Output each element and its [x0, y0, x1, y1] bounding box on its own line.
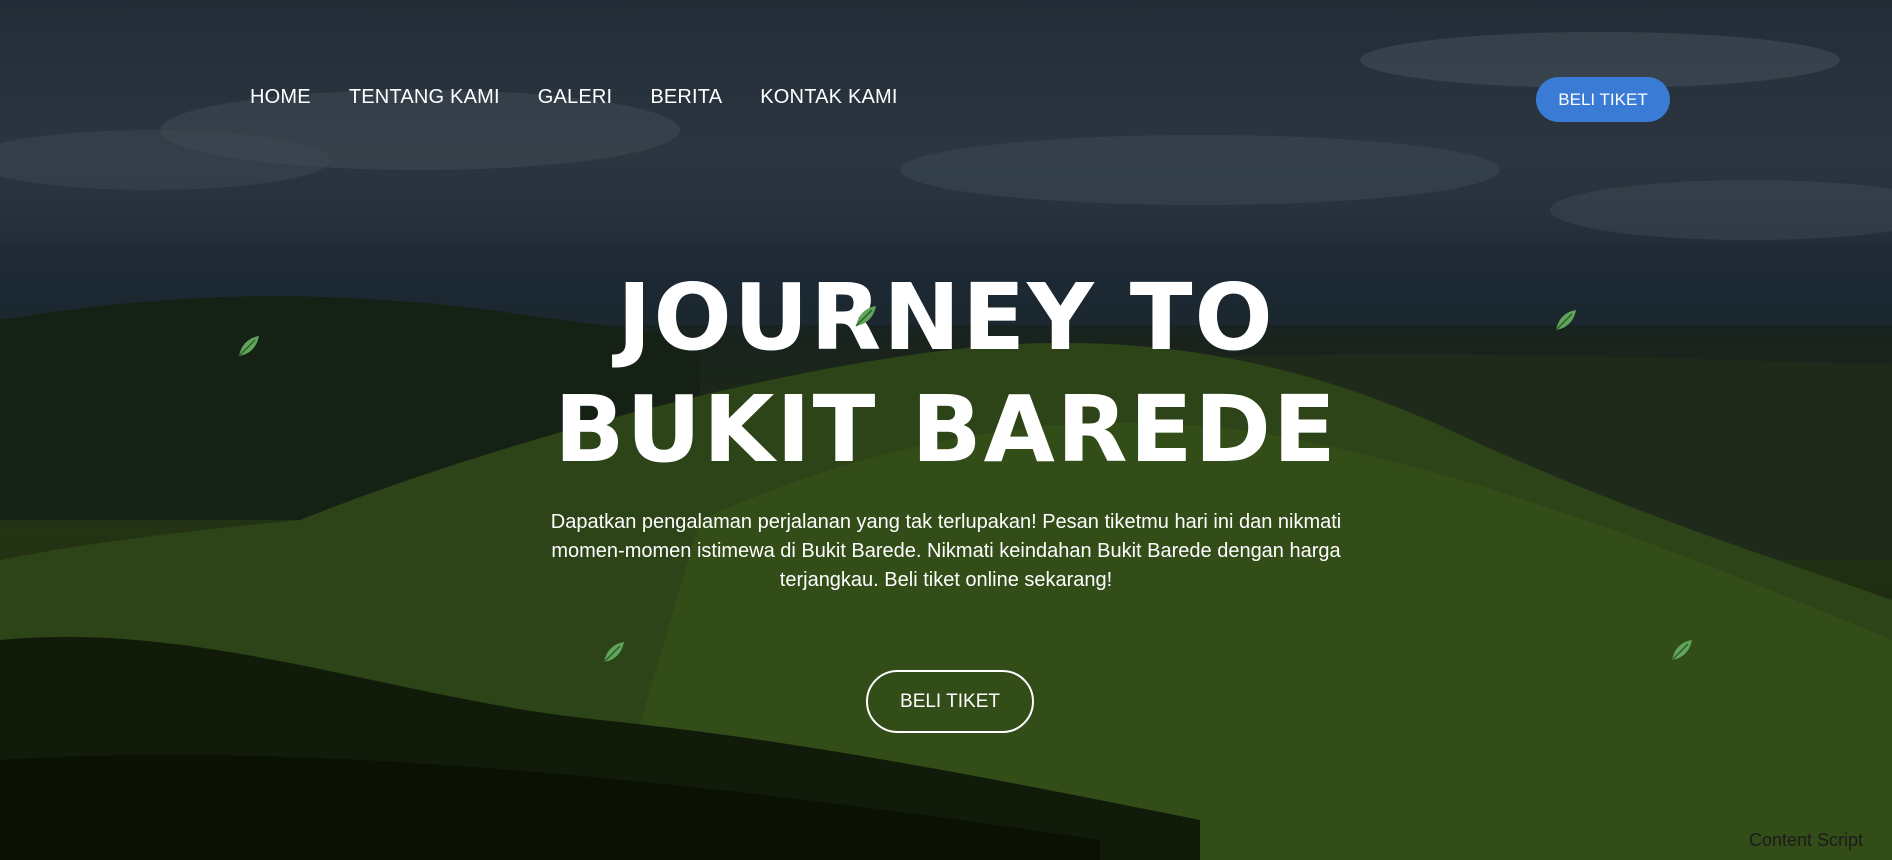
- nav-buy-ticket-button[interactable]: BELI TIKET: [1536, 77, 1670, 122]
- leaf-icon: [1555, 310, 1576, 331]
- hero-title-line1: JOURNEY TO: [617, 264, 1275, 371]
- nav-link-kontak-kami[interactable]: KONTAK KAMI: [760, 86, 897, 109]
- leaf-icon: [238, 336, 259, 357]
- hero-title-line2: BUKIT BAREDE: [554, 376, 1338, 483]
- leaf-icon: [603, 642, 624, 663]
- nav-link-berita[interactable]: BERITA: [650, 86, 722, 109]
- hero-section: HOME TENTANG KAMI GALERI BERITA KONTAK K…: [0, 0, 1892, 860]
- nav-link-home[interactable]: HOME: [250, 86, 311, 109]
- main-navigation: HOME TENTANG KAMI GALERI BERITA KONTAK K…: [250, 86, 898, 109]
- content-script-label: Content Script: [1749, 830, 1864, 850]
- hero-description: Dapatkan pengalaman perjalanan yang tak …: [550, 511, 1342, 591]
- leaf-icon: [1671, 640, 1692, 661]
- hero-buy-ticket-button[interactable]: BELI TIKET: [866, 670, 1034, 733]
- hero-title: JOURNEY TO BUKIT BAREDE: [0, 262, 1892, 486]
- nav-link-galeri[interactable]: GALERI: [538, 86, 613, 109]
- leaf-icon: [855, 306, 876, 327]
- nav-link-tentang-kami[interactable]: TENTANG KAMI: [349, 86, 500, 109]
